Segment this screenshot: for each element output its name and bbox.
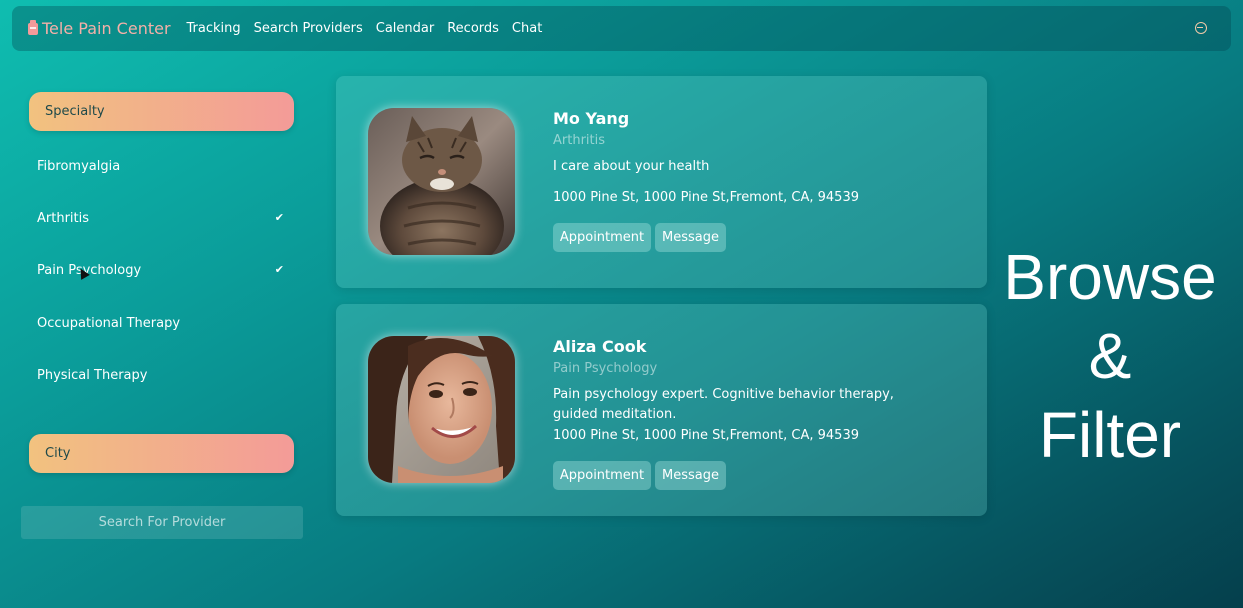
nav-chat[interactable]: Chat bbox=[512, 21, 542, 36]
nav-tracking[interactable]: Tracking bbox=[187, 21, 241, 36]
provider-specialty: Arthritis bbox=[553, 133, 606, 148]
checkmark-icon: ✔ bbox=[274, 211, 284, 224]
message-button[interactable]: Message bbox=[655, 461, 726, 490]
top-navbar: Tele Pain Center Tracking Search Provide… bbox=[12, 6, 1231, 51]
nav-search-providers[interactable]: Search Providers bbox=[254, 21, 363, 36]
caption-line: Filter bbox=[1038, 399, 1182, 471]
logout-icon[interactable] bbox=[1195, 22, 1207, 34]
city-filter-header[interactable]: City bbox=[29, 434, 294, 473]
specialty-option-pain-psychology[interactable]: Pain Psychology ✔ bbox=[37, 263, 287, 278]
specialty-option-fibromyalgia[interactable]: Fibromyalgia bbox=[37, 159, 287, 174]
caption-line: & bbox=[1088, 320, 1132, 392]
cat-photo bbox=[368, 108, 515, 255]
specialty-option-arthritis[interactable]: Arthritis ✔ bbox=[37, 211, 287, 226]
brand-title: Tele Pain Center bbox=[42, 19, 171, 38]
provider-bio: Pain psychology expert. Cognitive behavi… bbox=[553, 387, 894, 422]
provider-specialty: Pain Psychology bbox=[553, 361, 658, 376]
appointment-button[interactable]: Appointment bbox=[553, 223, 651, 252]
specialty-option-label: Fibromyalgia bbox=[37, 159, 121, 174]
caption-line: Browse bbox=[1003, 241, 1217, 313]
browse-filter-caption: Browse & Filter bbox=[995, 238, 1225, 475]
specialty-filter-header[interactable]: Specialty bbox=[29, 92, 294, 131]
specialty-option-occupational-therapy[interactable]: Occupational Therapy bbox=[37, 316, 287, 331]
appointment-button[interactable]: Appointment bbox=[553, 461, 651, 490]
message-button[interactable]: Message bbox=[655, 223, 726, 252]
woman-photo bbox=[368, 336, 515, 483]
provider-address: 1000 Pine St, 1000 Pine St,Fremont, CA, … bbox=[553, 190, 859, 205]
provider-card: Aliza Cook Pain Psychology Pain psycholo… bbox=[336, 304, 987, 516]
nav-records[interactable]: Records bbox=[447, 21, 499, 36]
specialty-option-label: Occupational Therapy bbox=[37, 316, 181, 331]
brand-logo[interactable]: Tele Pain Center bbox=[28, 19, 171, 38]
provider-card: Mo Yang Arthritis I care about your heal… bbox=[336, 76, 987, 288]
specialty-option-label: Arthritis bbox=[37, 211, 90, 226]
provider-bio: I care about your health bbox=[553, 159, 710, 174]
specialty-option-label: Pain Psychology bbox=[37, 263, 142, 278]
specialty-option-physical-therapy[interactable]: Physical Therapy bbox=[37, 368, 287, 383]
provider-address: 1000 Pine St, 1000 Pine St,Fremont, CA, … bbox=[553, 428, 859, 443]
nav-calendar[interactable]: Calendar bbox=[376, 21, 434, 36]
checkmark-icon: ✔ bbox=[274, 263, 284, 276]
search-provider-button[interactable]: Search For Provider bbox=[21, 506, 303, 539]
pill-bottle-icon bbox=[28, 19, 38, 35]
specialty-option-label: Physical Therapy bbox=[37, 368, 148, 383]
provider-name: Mo Yang bbox=[553, 109, 630, 128]
provider-name: Aliza Cook bbox=[553, 337, 647, 356]
